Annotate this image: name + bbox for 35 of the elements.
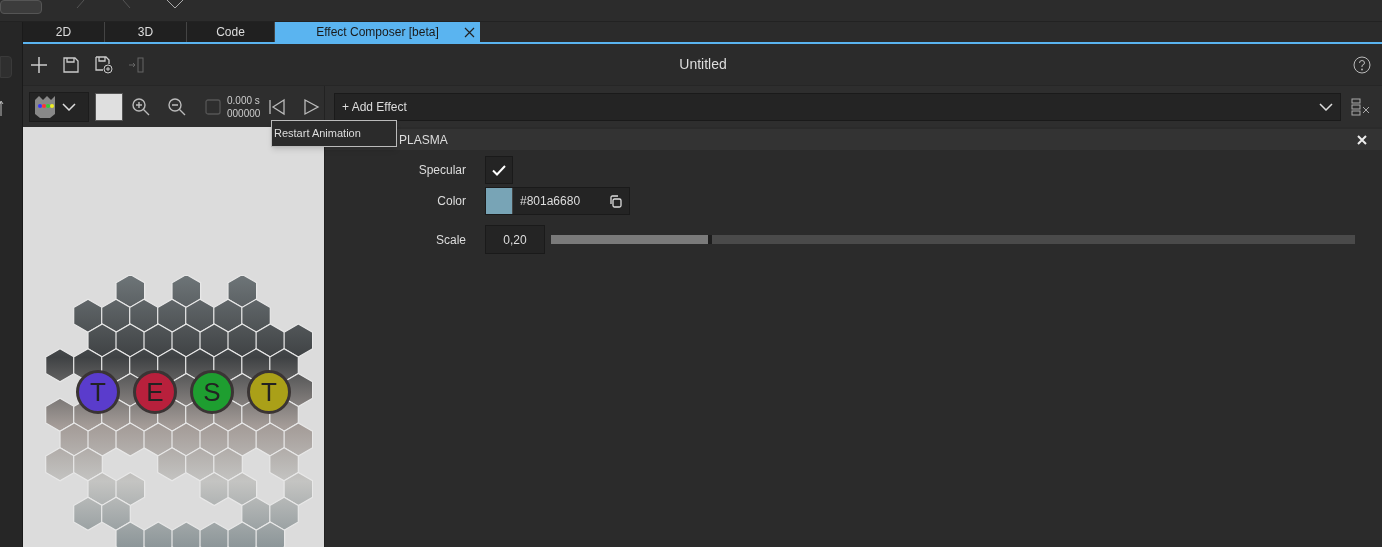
property-label: Color — [436, 193, 467, 210]
time-readout: 0.000 s — [227, 93, 261, 107]
property-label: Specular — [417, 162, 467, 179]
slider-track[interactable] — [551, 235, 1355, 244]
document-title: Untitled — [678, 55, 728, 74]
caret-icon — [1319, 102, 1333, 111]
restart-icon[interactable] — [268, 97, 287, 116]
caret-icon — [62, 102, 76, 111]
checkmark-icon — [492, 164, 506, 176]
model-dropdown[interactable] — [29, 91, 89, 122]
help-icon[interactable] — [1353, 55, 1371, 74]
add-effect-dropdown[interactable]: + Add Effect — [334, 92, 1341, 121]
arrow-up-icon[interactable] — [0, 100, 6, 116]
zoom-in-icon[interactable] — [131, 96, 151, 117]
tooltip: Restart Animation — [271, 120, 397, 147]
zoom-out-icon[interactable] — [167, 96, 187, 117]
color-swatch[interactable] — [486, 188, 513, 214]
save-icon[interactable] — [62, 55, 80, 74]
property-label: Scale — [434, 231, 467, 249]
play-icon[interactable] — [302, 97, 321, 116]
checkbox[interactable] — [485, 156, 513, 184]
tab[interactable]: 2D — [23, 22, 105, 42]
color-field[interactable]: #801a6680 — [485, 187, 630, 215]
tab[interactable]: 3D — [105, 22, 187, 42]
effect-name: PLASMA — [399, 131, 448, 149]
tab[interactable]: Code — [187, 22, 275, 42]
frame-counter: 000000 — [227, 106, 261, 120]
copy-icon[interactable] — [609, 194, 622, 208]
background-color-swatch[interactable] — [95, 92, 123, 121]
plus-icon[interactable] — [30, 55, 48, 74]
clear-list-icon[interactable] — [1351, 97, 1371, 116]
save-as-icon[interactable] — [94, 55, 113, 74]
model-thumbnail-icon — [32, 93, 58, 120]
tab[interactable]: Effect Composer [beta] — [275, 22, 481, 42]
number-field[interactable]: 0,20 — [485, 225, 545, 254]
